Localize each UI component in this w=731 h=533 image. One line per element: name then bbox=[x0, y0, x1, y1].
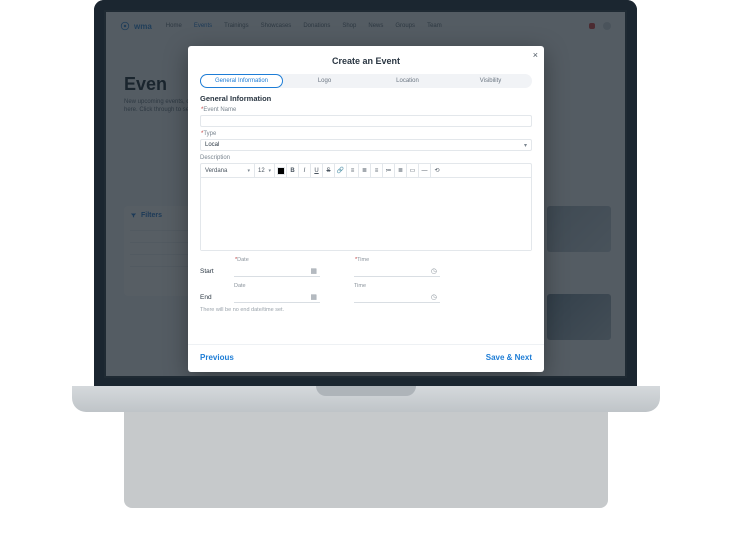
end-date-sub: Date bbox=[234, 283, 320, 289]
section-heading: General Information bbox=[200, 94, 532, 103]
rte-color[interactable] bbox=[275, 164, 287, 177]
rte-bold[interactable]: B bbox=[287, 164, 299, 177]
rte-font-family[interactable]: Verdana▾ bbox=[201, 164, 255, 177]
wizard-tabs: General Information Logo Location Visibi… bbox=[200, 74, 532, 88]
save-next-button[interactable]: Save & Next bbox=[486, 353, 532, 362]
clock-icon: ◷ bbox=[431, 293, 437, 301]
laptop-shadow bbox=[124, 412, 608, 508]
rte-clear[interactable]: ⟲ bbox=[431, 164, 443, 177]
previous-button[interactable]: Previous bbox=[200, 353, 234, 362]
laptop-notch bbox=[316, 386, 416, 396]
rte-align-left[interactable]: ≡ bbox=[347, 164, 359, 177]
tab-location[interactable]: Location bbox=[366, 74, 449, 88]
event-name-input[interactable] bbox=[200, 115, 532, 127]
calendar-icon: ▦ bbox=[310, 293, 317, 301]
rte-underline[interactable]: U bbox=[311, 164, 323, 177]
rte-textarea[interactable] bbox=[201, 178, 531, 250]
clock-icon: ◷ bbox=[431, 267, 437, 275]
rte-list-unordered[interactable]: ≣ bbox=[395, 164, 407, 177]
rte-font-size[interactable]: 12▾ bbox=[255, 164, 275, 177]
rte-strike[interactable]: S bbox=[323, 164, 335, 177]
rich-text-editor: Verdana▾ 12▾ B I U S 🔗 ≡ ≣ ≡ bbox=[200, 163, 532, 251]
type-label: *Type bbox=[200, 131, 532, 137]
rte-toolbar: Verdana▾ 12▾ B I U S 🔗 ≡ ≣ ≡ bbox=[201, 164, 531, 178]
tab-logo[interactable]: Logo bbox=[283, 74, 366, 88]
modal-footer: Previous Save & Next bbox=[188, 344, 544, 372]
type-select-value: Local bbox=[205, 142, 219, 148]
event-name-label: *Event Name bbox=[200, 107, 532, 113]
create-event-modal: × Create an Event General Information Lo… bbox=[188, 46, 544, 372]
end-time-input[interactable]: ◷ bbox=[354, 291, 440, 303]
rte-align-center[interactable]: ≣ bbox=[359, 164, 371, 177]
start-date-sub: *Date bbox=[234, 257, 320, 263]
start-time-sub: *Time bbox=[354, 257, 440, 263]
end-date-hint: There will be no end date/time set. bbox=[200, 307, 532, 313]
start-date-input[interactable]: ▦ bbox=[234, 265, 320, 277]
description-label: Description bbox=[200, 155, 532, 161]
end-time-sub: Time bbox=[354, 283, 440, 289]
chevron-down-icon: ▾ bbox=[524, 142, 527, 149]
date-time-grid: Start *Date ▦ *Time ◷ End bbox=[200, 257, 532, 303]
start-time-input[interactable]: ◷ bbox=[354, 265, 440, 277]
rte-hr[interactable]: — bbox=[419, 164, 431, 177]
rte-link[interactable]: 🔗 bbox=[335, 164, 347, 177]
close-icon[interactable]: × bbox=[533, 50, 538, 60]
rte-italic[interactable]: I bbox=[299, 164, 311, 177]
start-label: Start bbox=[200, 268, 228, 277]
rte-list-ordered[interactable]: ≔ bbox=[383, 164, 395, 177]
color-swatch-icon bbox=[277, 167, 285, 175]
end-date-input[interactable]: ▦ bbox=[234, 291, 320, 303]
laptop-frame: wma Home Events Trainings Showcases Dona… bbox=[94, 0, 637, 388]
tab-visibility[interactable]: Visibility bbox=[449, 74, 532, 88]
tab-general-information[interactable]: General Information bbox=[200, 74, 283, 88]
calendar-icon: ▦ bbox=[310, 267, 317, 275]
rte-image[interactable]: ▭ bbox=[407, 164, 419, 177]
end-label: End bbox=[200, 294, 228, 303]
modal-title: Create an Event bbox=[188, 46, 544, 74]
type-select[interactable]: Local ▾ bbox=[200, 139, 532, 151]
rte-align-right[interactable]: ≡ bbox=[371, 164, 383, 177]
